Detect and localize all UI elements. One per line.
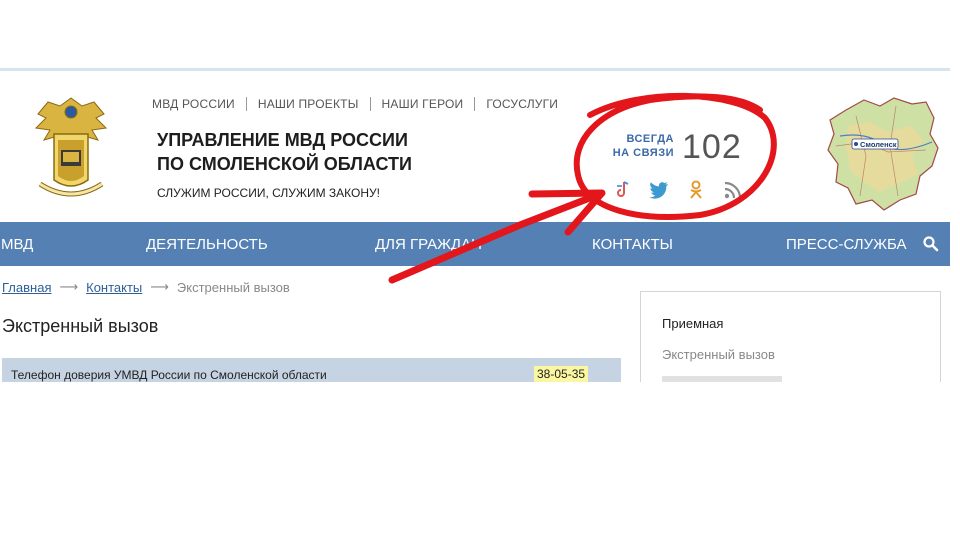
- sidebar-item-reception[interactable]: Приемная: [662, 316, 723, 331]
- sidebar-item-emergency-call[interactable]: Экстренный вызов: [662, 347, 775, 362]
- breadcrumb-home-link[interactable]: Главная: [2, 280, 51, 295]
- breadcrumb-current: Экстренный вызов: [176, 279, 290, 295]
- top-link-our-projects[interactable]: Наши проекты: [258, 97, 359, 111]
- search-icon[interactable]: [922, 235, 940, 253]
- sidebar-menu: Приемная Экстренный вызов: [640, 291, 941, 382]
- odnoklassniki-icon[interactable]: [686, 180, 706, 200]
- hotline-label: Всегда на связи: [606, 132, 674, 160]
- nav-item-contacts[interactable]: Контакты: [592, 236, 673, 253]
- hotline-number[interactable]: 102: [682, 128, 742, 167]
- rss-icon[interactable]: [723, 180, 743, 200]
- top-link-separator: [474, 97, 476, 111]
- smolensk-region-map[interactable]: Смоленск: [826, 96, 940, 212]
- social-links: [612, 180, 743, 200]
- main-navigation: МВД Деятельность Для граждан Контакты Пр…: [0, 222, 950, 266]
- breadcrumb: Главная ⟶ Контакты ⟶ Экстренный вызов: [2, 279, 290, 295]
- site-title-line2: по Смоленской области: [157, 154, 412, 174]
- hotline-label-line2: на связи: [612, 147, 674, 159]
- breadcrumb-contacts-link[interactable]: Контакты: [86, 280, 142, 295]
- breadcrumb-arrow-icon: ⟶: [59, 279, 79, 294]
- nav-item-for-citizens[interactable]: Для граждан: [375, 236, 482, 253]
- table-row: Телефон доверия УМВД России по Смоленско…: [2, 358, 621, 382]
- top-links-bar: МВД России Наши проекты Наши герои Госус…: [152, 97, 558, 111]
- top-link-our-heroes[interactable]: Наши герои: [382, 97, 464, 111]
- hotline-label-line1: Всегда: [626, 133, 674, 145]
- site-title-line1: Управление МВД России: [157, 130, 408, 150]
- map-city-label: Смоленск: [860, 140, 897, 149]
- sidebar-item-cut-off[interactable]: [662, 376, 782, 382]
- nav-item-activity[interactable]: Деятельность: [146, 236, 268, 253]
- top-link-gosuslugi[interactable]: Госуслуги: [486, 97, 558, 111]
- top-link-mvd-russia[interactable]: МВД России: [152, 97, 235, 111]
- site-slogan: Служим России, служим закону!: [157, 186, 380, 200]
- top-link-separator: [369, 97, 371, 111]
- hotline-block: Всегда на связи 102: [606, 128, 766, 170]
- red-annotation-overlay: [388, 92, 777, 284]
- twitter-icon[interactable]: [649, 180, 669, 200]
- top-link-separator: [245, 97, 247, 111]
- top-divider-line: [0, 68, 950, 71]
- nav-item-press-service[interactable]: Пресс-служба: [786, 236, 907, 253]
- phone-number-value[interactable]: 38-05-35: [534, 366, 589, 382]
- mvd-emblem-logo[interactable]: [30, 92, 112, 210]
- breadcrumb-arrow-icon: ⟶: [150, 279, 169, 294]
- vk-music-icon[interactable]: [612, 180, 632, 200]
- row-label: Телефон доверия УМВД России по Смоленско…: [11, 368, 327, 382]
- nav-item-mvd[interactable]: МВД: [1, 236, 33, 253]
- site-title[interactable]: Управление МВД России по Смоленской обла…: [157, 128, 412, 176]
- page-title: Экстренный вызов: [2, 316, 159, 336]
